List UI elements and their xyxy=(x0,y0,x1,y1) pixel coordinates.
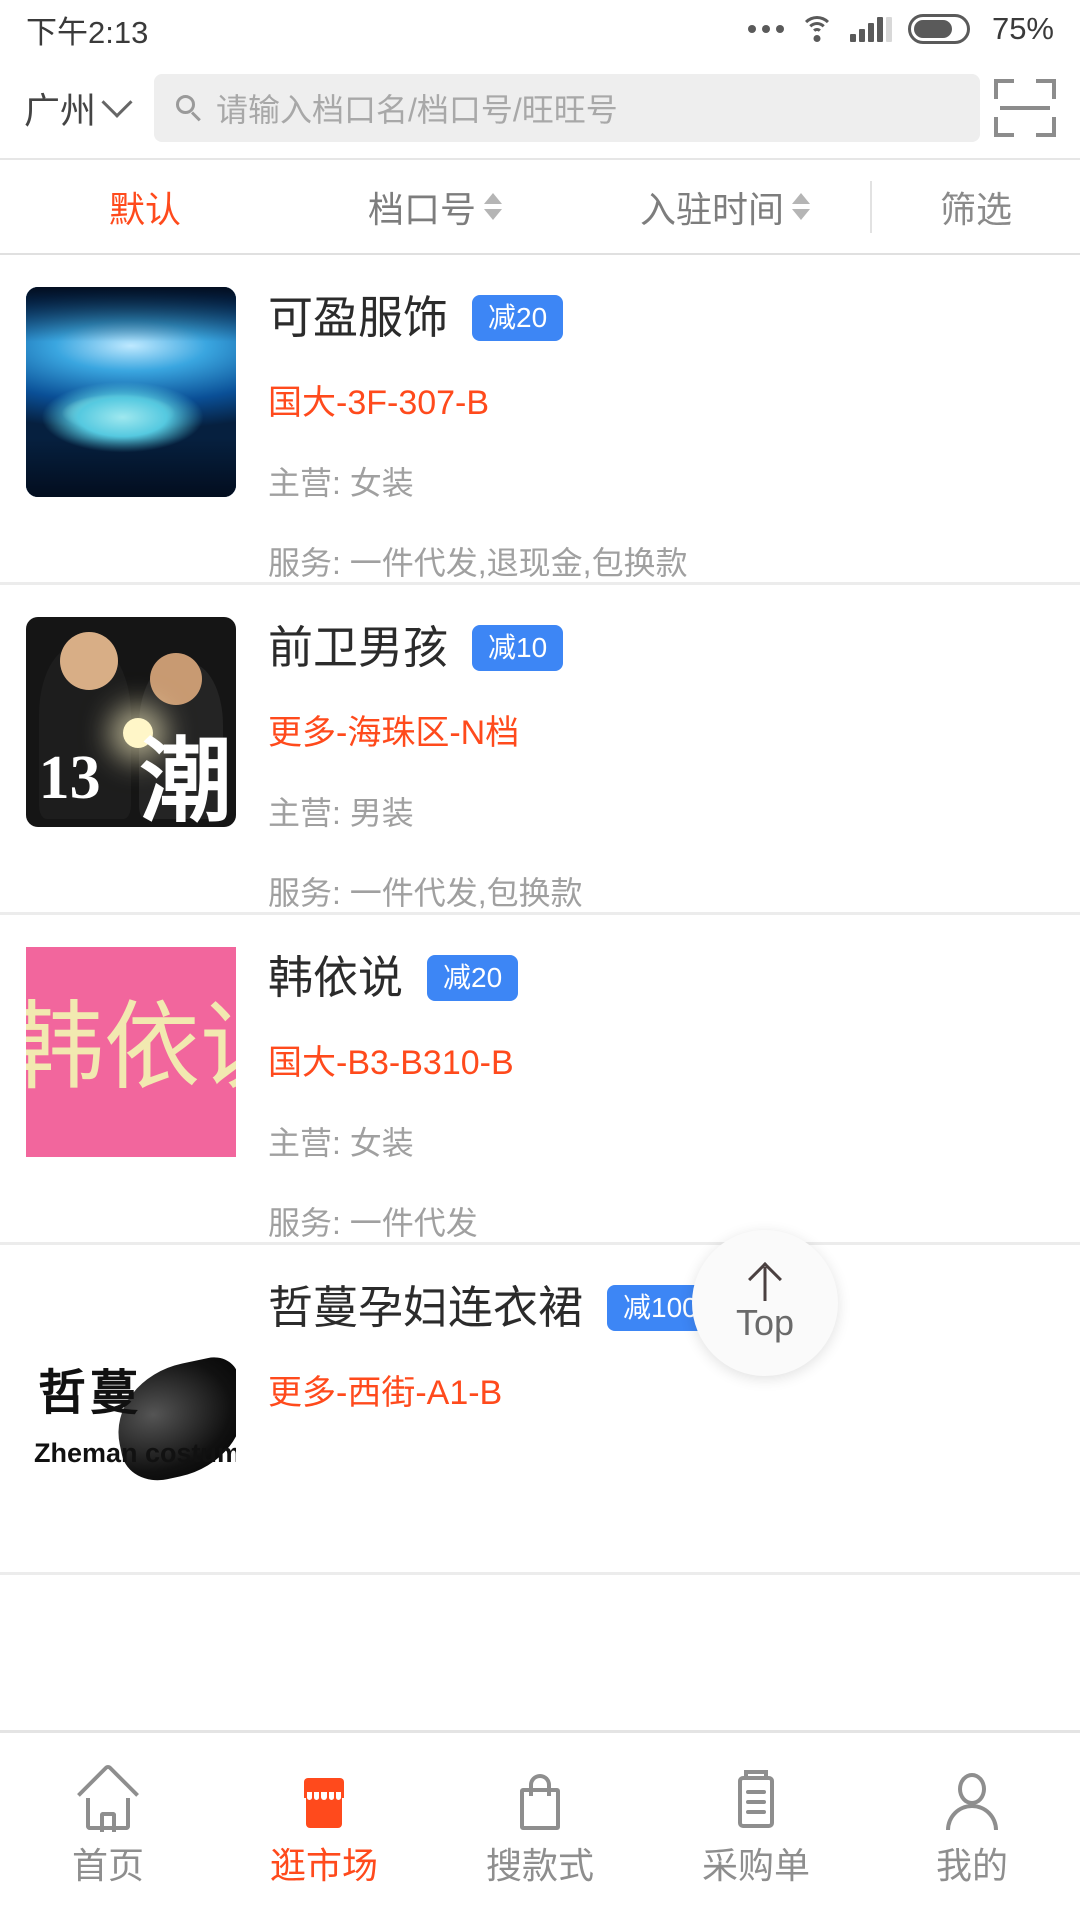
tab-market-label: 逛市场 xyxy=(269,1844,378,1886)
bag-icon xyxy=(509,1770,571,1832)
sort-arrows-icon xyxy=(484,193,502,220)
discount-badge: 减20 xyxy=(472,295,564,341)
home-icon xyxy=(76,1762,140,1832)
shop-thumbnail[interactable]: 哲蔓 Zheman costume xyxy=(26,1277,236,1487)
status-icons: 75% xyxy=(747,11,1054,47)
status-bar: 下午2:13 75% xyxy=(0,0,1080,58)
tab-search-style-label: 搜款式 xyxy=(485,1844,594,1886)
service-list: 服务: 一件代发,退现金,包换款 xyxy=(268,545,688,581)
scan-code-icon[interactable] xyxy=(994,79,1056,137)
search-placeholder: 请输入档口名/档口号/旺旺号 xyxy=(216,92,618,128)
bottom-navigation: 首页 逛市场 搜款式 采购单 我的 xyxy=(0,1730,1080,1920)
shop-name: 韩依说 xyxy=(268,952,404,1003)
stall-number: 更多-海珠区-N档 xyxy=(268,714,520,752)
arrow-up-icon xyxy=(747,1262,783,1301)
tab-purchase-order-label: 采购单 xyxy=(701,1844,810,1886)
more-dots-icon xyxy=(747,25,784,33)
app-screen: 下午2:13 75% 广州 请输入档口名/档口号/旺旺号 默认 档口号 入驻时间… xyxy=(0,0,1080,1920)
main-category: 主营: 男装 xyxy=(268,795,414,831)
scroll-to-top-button[interactable]: Top xyxy=(692,1230,838,1376)
search-icon xyxy=(176,95,202,122)
tab-profile[interactable]: 我的 xyxy=(864,1770,1080,1884)
sort-tab-join-time[interactable]: 入驻时间 xyxy=(580,160,870,253)
sort-arrows-icon xyxy=(792,193,810,220)
service-list: 服务: 一件代发 xyxy=(268,1205,478,1241)
shop-name: 前卫男孩 xyxy=(268,622,449,673)
wifi-icon xyxy=(799,16,834,42)
sort-tab-default-label: 默认 xyxy=(108,188,181,230)
shop-name: 哲蔓孕妇连衣裙 xyxy=(268,1282,584,1333)
sort-tab-stall-number[interactable]: 档口号 xyxy=(290,160,580,253)
filter-button[interactable]: 筛选 xyxy=(870,180,1080,233)
search-input[interactable]: 请输入档口名/档口号/旺旺号 xyxy=(154,74,980,142)
list-item[interactable]: 可盈服饰 减20 国大-3F-307-B 主营: 女装 服务: 一件代发,退现金… xyxy=(0,255,1080,585)
clipboard-icon xyxy=(725,1769,787,1832)
city-selector[interactable]: 广州 xyxy=(24,82,133,134)
shop-list[interactable]: 可盈服饰 减20 国大-3F-307-B 主营: 女装 服务: 一件代发,退现金… xyxy=(0,255,1080,1730)
main-category: 主营: 女装 xyxy=(268,465,414,501)
tab-profile-label: 我的 xyxy=(935,1844,1008,1886)
list-item[interactable]: 哲蔓 Zheman costume 哲蔓孕妇连衣裙 减100 更多-西街-A1-… xyxy=(0,1245,1080,1575)
sort-tab-default[interactable]: 默认 xyxy=(0,160,290,253)
shop-thumbnail[interactable]: 韩依说 xyxy=(26,947,236,1157)
chevron-down-icon xyxy=(101,86,133,118)
person-icon xyxy=(941,1770,1003,1832)
filter-button-label: 筛选 xyxy=(939,188,1012,230)
signal-icon xyxy=(849,16,892,42)
tab-home-label: 首页 xyxy=(71,1844,144,1886)
tab-home[interactable]: 首页 xyxy=(0,1762,216,1886)
tab-market[interactable]: 逛市场 xyxy=(216,1770,432,1884)
sort-tab-join-time-label: 入驻时间 xyxy=(639,188,784,230)
stall-number: 更多-西街-A1-B xyxy=(268,1374,503,1412)
shop-thumbnail[interactable] xyxy=(26,287,236,497)
shop-name: 可盈服饰 xyxy=(268,292,449,343)
status-time: 下午2:13 xyxy=(26,14,149,50)
list-item[interactable]: 13 潮 前卫男孩 减10 更多-海珠区-N档 主营: 男装 服务: 一件代发,包… xyxy=(0,585,1080,915)
tab-search-style[interactable]: 搜款式 xyxy=(432,1770,648,1884)
battery-icon xyxy=(907,14,970,44)
battery-percent: 75% xyxy=(991,11,1054,46)
sort-bar: 默认 档口号 入驻时间 筛选 xyxy=(0,158,1080,255)
scroll-to-top-label: Top xyxy=(735,1302,795,1343)
shop-icon xyxy=(293,1770,355,1832)
discount-badge: 减20 xyxy=(427,955,519,1001)
main-category: 主营: 女装 xyxy=(268,1125,414,1161)
tab-purchase-order[interactable]: 采购单 xyxy=(648,1769,864,1886)
search-header: 广州 请输入档口名/档口号/旺旺号 xyxy=(0,58,1080,158)
discount-badge: 减10 xyxy=(472,625,564,671)
sort-tab-stall-number-label: 档口号 xyxy=(367,188,476,230)
stall-number: 国大-B3-B310-B xyxy=(268,1044,514,1082)
stall-number: 国大-3F-307-B xyxy=(268,384,490,422)
service-list: 服务: 一件代发,包换款 xyxy=(268,875,583,911)
list-item[interactable]: 韩依说 韩依说 减20 国大-B3-B310-B 主营: 女装 服务: 一件代发 xyxy=(0,915,1080,1245)
shop-thumbnail[interactable]: 13 潮 xyxy=(26,617,236,827)
city-label: 广州 xyxy=(24,90,97,131)
